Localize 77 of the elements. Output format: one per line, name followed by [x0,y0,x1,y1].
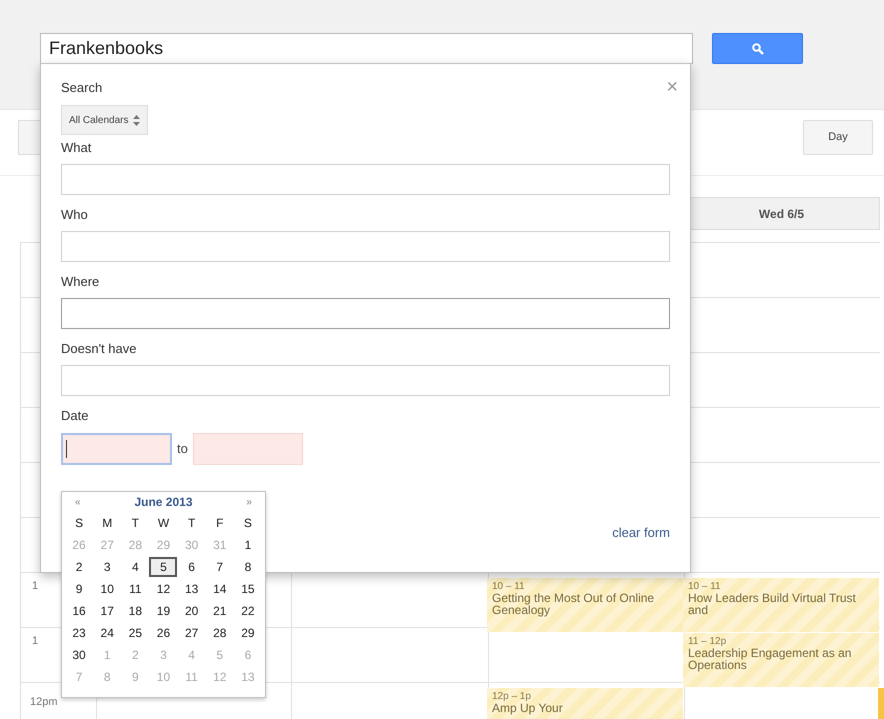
date-cell[interactable]: 12 [149,579,178,599]
text-field[interactable] [61,231,670,262]
date-cell[interactable]: 14 [206,579,234,599]
text-field[interactable] [61,164,670,195]
date-cell[interactable]: 18 [121,601,150,621]
toolbar-button[interactable] [18,120,40,155]
date-cell[interactable]: 29 [234,623,262,643]
field-label: Where [61,274,100,290]
weekday-label: S [244,515,252,532]
date-cell[interactable]: 26 [149,623,178,643]
clear-form-link[interactable]: clear form [612,523,670,542]
event-card[interactable] [878,688,884,719]
text-field[interactable] [61,365,670,396]
date-cell[interactable]: 3 [93,557,122,577]
date-field[interactable] [61,433,172,465]
event-card[interactable]: 10 – 11 How Leaders Build Virtual Trust and [683,578,879,632]
time-label: 12pm [30,697,58,708]
date-cell[interactable]: 2 [65,557,94,577]
date-cell[interactable]: 11 [121,579,150,599]
event-card[interactable]: 12p – 1p Amp Up Your [487,688,683,719]
date-cell[interactable]: 16 [65,601,94,621]
date-cell[interactable]: 23 [65,623,94,643]
event-time: 12p – 1p [492,691,532,702]
weekday-label: S [75,515,84,532]
event-time: 10 – 11 [492,581,526,592]
next-month-button[interactable]: » [246,494,252,510]
event-title: Leadership Engagement as an Operations [688,647,852,671]
date-cell[interactable]: 22 [234,601,262,621]
date-cell[interactable]: 8 [234,557,262,577]
date-cell[interactable]: 21 [206,601,234,621]
date-cell[interactable]: 9 [65,579,94,599]
date-cell[interactable]: 7 [206,557,234,577]
month-title: June 2013 [134,494,193,511]
event-card[interactable]: 10 – 11 Getting the Most Out of Online Genealogy [487,578,683,632]
weekday-label: W [158,515,170,532]
date-cell[interactable]: 19 [149,601,178,621]
field-label: Date [61,408,90,424]
weekday-label: T [188,515,196,532]
date-cell[interactable]: 6 [178,557,206,577]
event-title: Getting the Most Out of Online Genealogy [492,592,656,616]
panel-title: Search [61,80,104,96]
time-label: 1 [32,636,38,647]
date-cell[interactable]: 5 [149,557,178,577]
date-cell[interactable]: 1 [234,535,262,555]
field-label: Doesn't have [61,341,138,357]
previous-month-button[interactable]: « [75,494,81,510]
search-field[interactable]: Frankenbooks [40,33,693,64]
weekday-label: M [102,515,112,532]
event-card[interactable]: 11 – 12p Leadership Engagement as an Operations [683,633,879,687]
time-label: 1 [32,581,38,592]
date-cell[interactable]: 17 [93,601,122,621]
date-cell[interactable]: 27 [178,623,206,643]
date-cell[interactable]: 13 [178,579,206,599]
date-separator: to [177,440,188,458]
search-icon [752,42,764,54]
search-button[interactable] [712,33,803,64]
event-title: Amp Up Your [492,702,564,714]
weekday-label: F [216,515,224,532]
field-label: Who [61,207,89,223]
date-cell[interactable]: 20 [178,601,206,621]
text-field[interactable] [61,298,670,329]
event-time: 11 – 12p [688,636,728,647]
calendar-select[interactable]: All Calendars [61,105,148,135]
date-cell[interactable]: 10 [93,579,122,599]
date-cell[interactable]: 4 [121,557,150,577]
day-view-button[interactable]: Day [803,120,873,155]
date-cell[interactable]: 15 [234,579,262,599]
date-field[interactable] [192,433,303,465]
weekday-label: T [132,515,140,532]
date-cell[interactable]: 28 [206,623,234,643]
date-cell[interactable]: 25 [121,623,150,643]
sort-arrows-icon [133,114,140,126]
field-label: What [61,140,92,156]
date-cell[interactable]: 30 [65,645,94,665]
event-time: 10 – 11 [688,581,722,592]
date-cell[interactable]: 24 [93,623,122,643]
event-title: How Leaders Build Virtual Trust and [688,592,857,616]
